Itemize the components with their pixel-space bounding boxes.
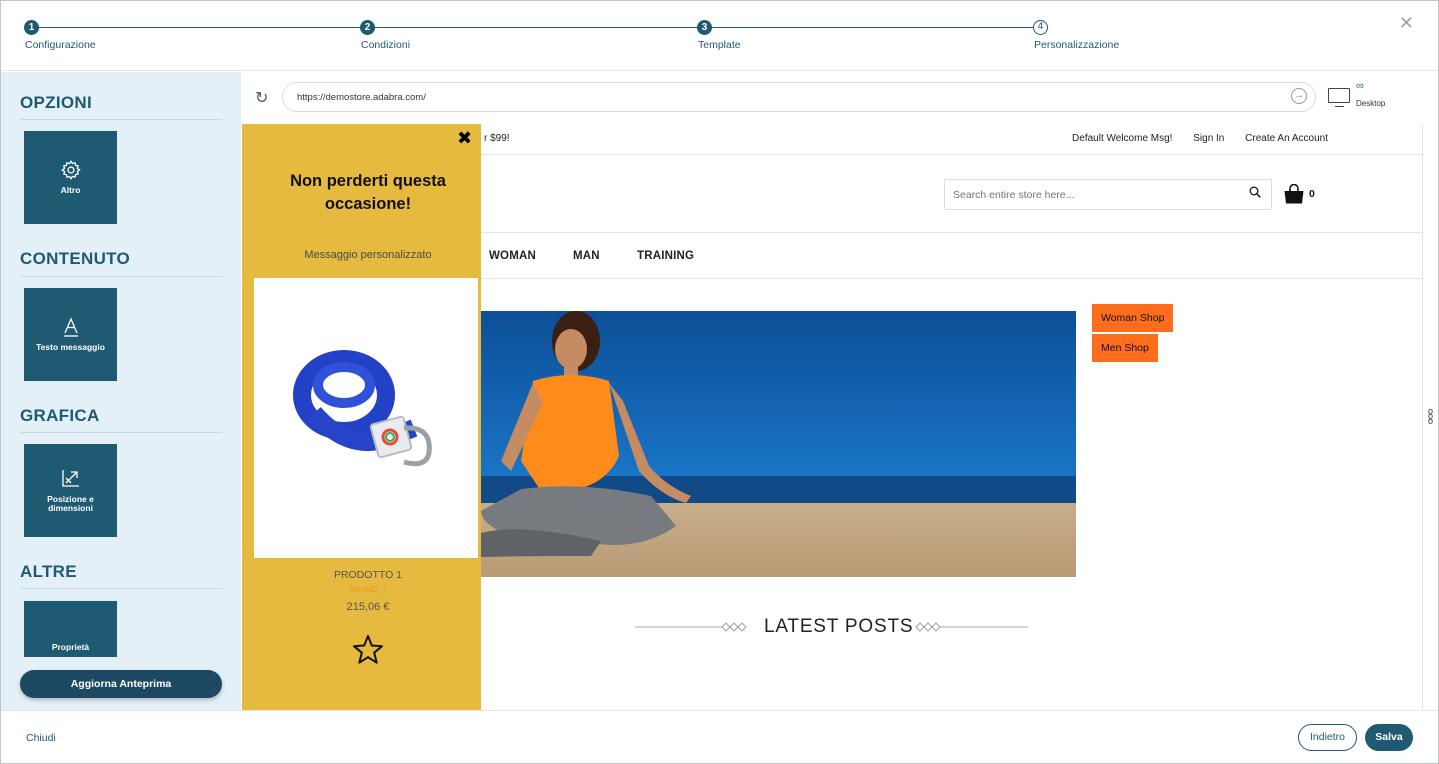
tile-proprieta[interactable]: Proprietà [24, 601, 117, 657]
step-label: Personalizzazione [1034, 39, 1120, 51]
promo-text: r $99! [484, 133, 510, 144]
step-number: 2 [360, 20, 375, 35]
infinity-icon: ∞ [1356, 80, 1364, 92]
preview-scroll-rail: ooo [1422, 124, 1438, 710]
yoga-strap-image [293, 350, 432, 467]
popup-title: Non perderti questa occasione! [290, 172, 446, 213]
save-button[interactable]: Salva [1365, 724, 1413, 751]
cart-count: 0 [1309, 188, 1315, 200]
divider [20, 276, 222, 277]
store-search-input[interactable] [944, 179, 1272, 210]
product-name: PRODOTTO 1 [333, 569, 403, 581]
url-bar: ↻ → ∞ Desktop [242, 72, 1438, 124]
divider [20, 588, 222, 589]
welcome-msg: Default Welcome Msg! [1072, 133, 1173, 144]
go-arrow-icon[interactable]: → [1291, 88, 1307, 104]
product-image[interactable] [254, 278, 478, 558]
options-sidebar: OPZIONI Altro CONTENUTO Testo messaggio … [1, 72, 241, 710]
text-icon [24, 316, 117, 343]
refresh-icon[interactable]: ↻ [255, 88, 268, 108]
latest-posts-heading: LATEST POSTS [632, 614, 1032, 640]
step-label: Condizioni [361, 39, 411, 51]
sign-in-link[interactable]: Sign In [1193, 133, 1224, 144]
monitor-stand [1335, 104, 1344, 107]
product-brand: BRAND_1 [349, 585, 387, 594]
step-label: Configurazione [25, 39, 96, 51]
cart-icon[interactable] [1283, 184, 1305, 204]
section-title-grafica: GRAFICA [20, 406, 100, 425]
step-label: Template [698, 39, 741, 51]
more-options-icon[interactable]: ooo [1428, 407, 1433, 426]
modal-footer: Chiudi Indietro Salva [1, 710, 1438, 763]
divider [20, 119, 222, 120]
stepper-line [31, 27, 1039, 28]
step-number: 4 [1033, 20, 1048, 35]
product-price: 215,06 € [346, 601, 390, 613]
device-label: Desktop [1356, 99, 1386, 108]
popup-close-icon[interactable]: ✖ [457, 128, 472, 149]
resize-icon [24, 467, 117, 494]
popup-preview: ✖ Non perderti questa occasione! Messagg… [242, 124, 481, 710]
nav-man[interactable]: MAN [573, 250, 600, 262]
woman-shop-button[interactable]: Woman Shop [1092, 304, 1174, 332]
tile-altro[interactable]: Altro [24, 131, 117, 224]
star-icon[interactable] [352, 634, 384, 664]
update-preview-button[interactable]: Aggiorna Anteprima [20, 670, 222, 698]
section-title-opzioni: OPZIONI [20, 93, 92, 112]
url-input[interactable] [282, 82, 1316, 112]
nav-woman[interactable]: WOMAN [489, 250, 536, 262]
tile-label: Posizione e dimensioni [47, 494, 94, 513]
section-title-contenuto: CONTENUTO [20, 249, 131, 268]
nav-training[interactable]: TRAINING [637, 250, 694, 262]
close-link[interactable]: Chiudi [26, 732, 56, 744]
hero-banner-image[interactable] [481, 311, 1076, 577]
monitor-icon [1328, 88, 1350, 103]
create-account-link[interactable]: Create An Account [1245, 133, 1328, 144]
close-icon[interactable]: ✕ [1399, 13, 1414, 34]
gear-icon [24, 159, 117, 186]
tile-label: Testo messaggio [36, 342, 105, 352]
section-title-altre: ALTRE [20, 562, 77, 581]
back-button[interactable]: Indietro [1298, 724, 1357, 751]
tile-label: Altro [60, 185, 81, 195]
tile-label: Proprietà [51, 642, 90, 652]
latest-posts-title: LATEST POSTS [764, 616, 914, 637]
tile-testo-messaggio[interactable]: Testo messaggio [24, 288, 117, 381]
tile-posizione-dimensioni[interactable]: Posizione e dimensioni [24, 444, 117, 537]
divider [20, 432, 222, 433]
account-links: Default Welcome Msg! Sign In Create An A… [1054, 133, 1328, 144]
modal-window: 1 Configurazione 2 Condizioni 3 Template… [0, 0, 1439, 764]
search-icon[interactable] [1249, 186, 1261, 198]
men-shop-button[interactable]: Men Shop [1092, 334, 1158, 362]
stepper: 1 Configurazione 2 Condizioni 3 Template… [1, 1, 1438, 71]
step-number: 3 [697, 20, 712, 35]
popup-message: Messaggio personalizzato [304, 249, 432, 261]
step-number: 1 [24, 20, 39, 35]
